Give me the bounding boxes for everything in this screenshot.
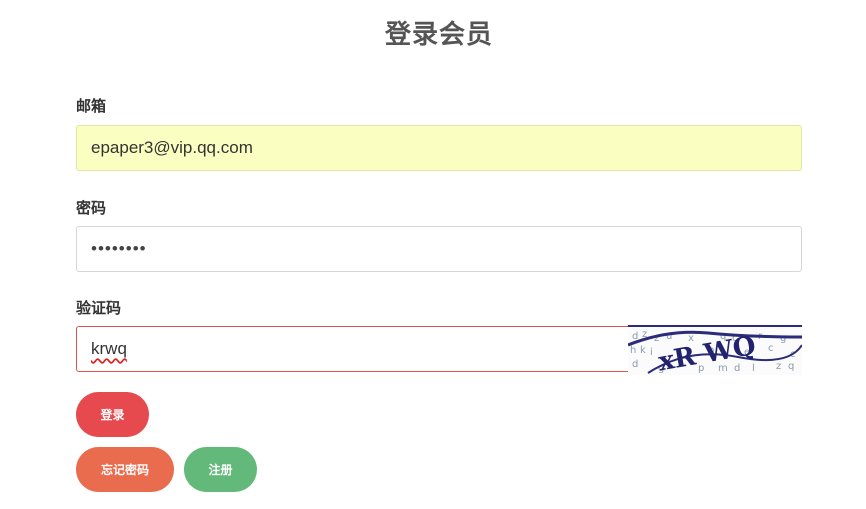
captcha-label: 验证码 <box>76 299 122 317</box>
svg-text:q: q <box>788 361 794 372</box>
captcha-graphic: dzz hki du x bq c erc gcz dm l gpq xR WQ <box>628 329 802 375</box>
svg-text:c: c <box>768 343 774 354</box>
email-field-value: epaper3@vip.qq.com <box>91 138 253 157</box>
svg-text:l: l <box>752 363 755 374</box>
svg-text:g: g <box>780 333 786 344</box>
svg-text:h: h <box>630 345 636 356</box>
captcha-field[interactable]: krwq <box>76 326 636 372</box>
email-field[interactable]: epaper3@vip.qq.com <box>76 125 802 171</box>
password-field-value: •••••••• <box>91 239 147 258</box>
register-button[interactable]: 注册 <box>184 447 257 492</box>
svg-text:z: z <box>776 361 781 372</box>
password-field[interactable]: •••••••• <box>76 226 802 272</box>
email-label: 邮箱 <box>76 97 107 115</box>
password-label: 密码 <box>76 199 107 217</box>
login-button[interactable]: 登录 <box>76 392 149 437</box>
captcha-field-value: krwq <box>91 339 127 358</box>
svg-text:d: d <box>734 363 740 374</box>
svg-text:i: i <box>650 347 653 358</box>
forgot-password-button[interactable]: 忘记密码 <box>76 447 174 492</box>
page-title: 登录会员 <box>384 20 493 50</box>
svg-text:k: k <box>640 345 646 356</box>
captcha-image[interactable]: dzz hki dux bqc erc gcz dml gpq xR WQ <box>628 325 802 375</box>
svg-text:d: d <box>632 359 638 370</box>
